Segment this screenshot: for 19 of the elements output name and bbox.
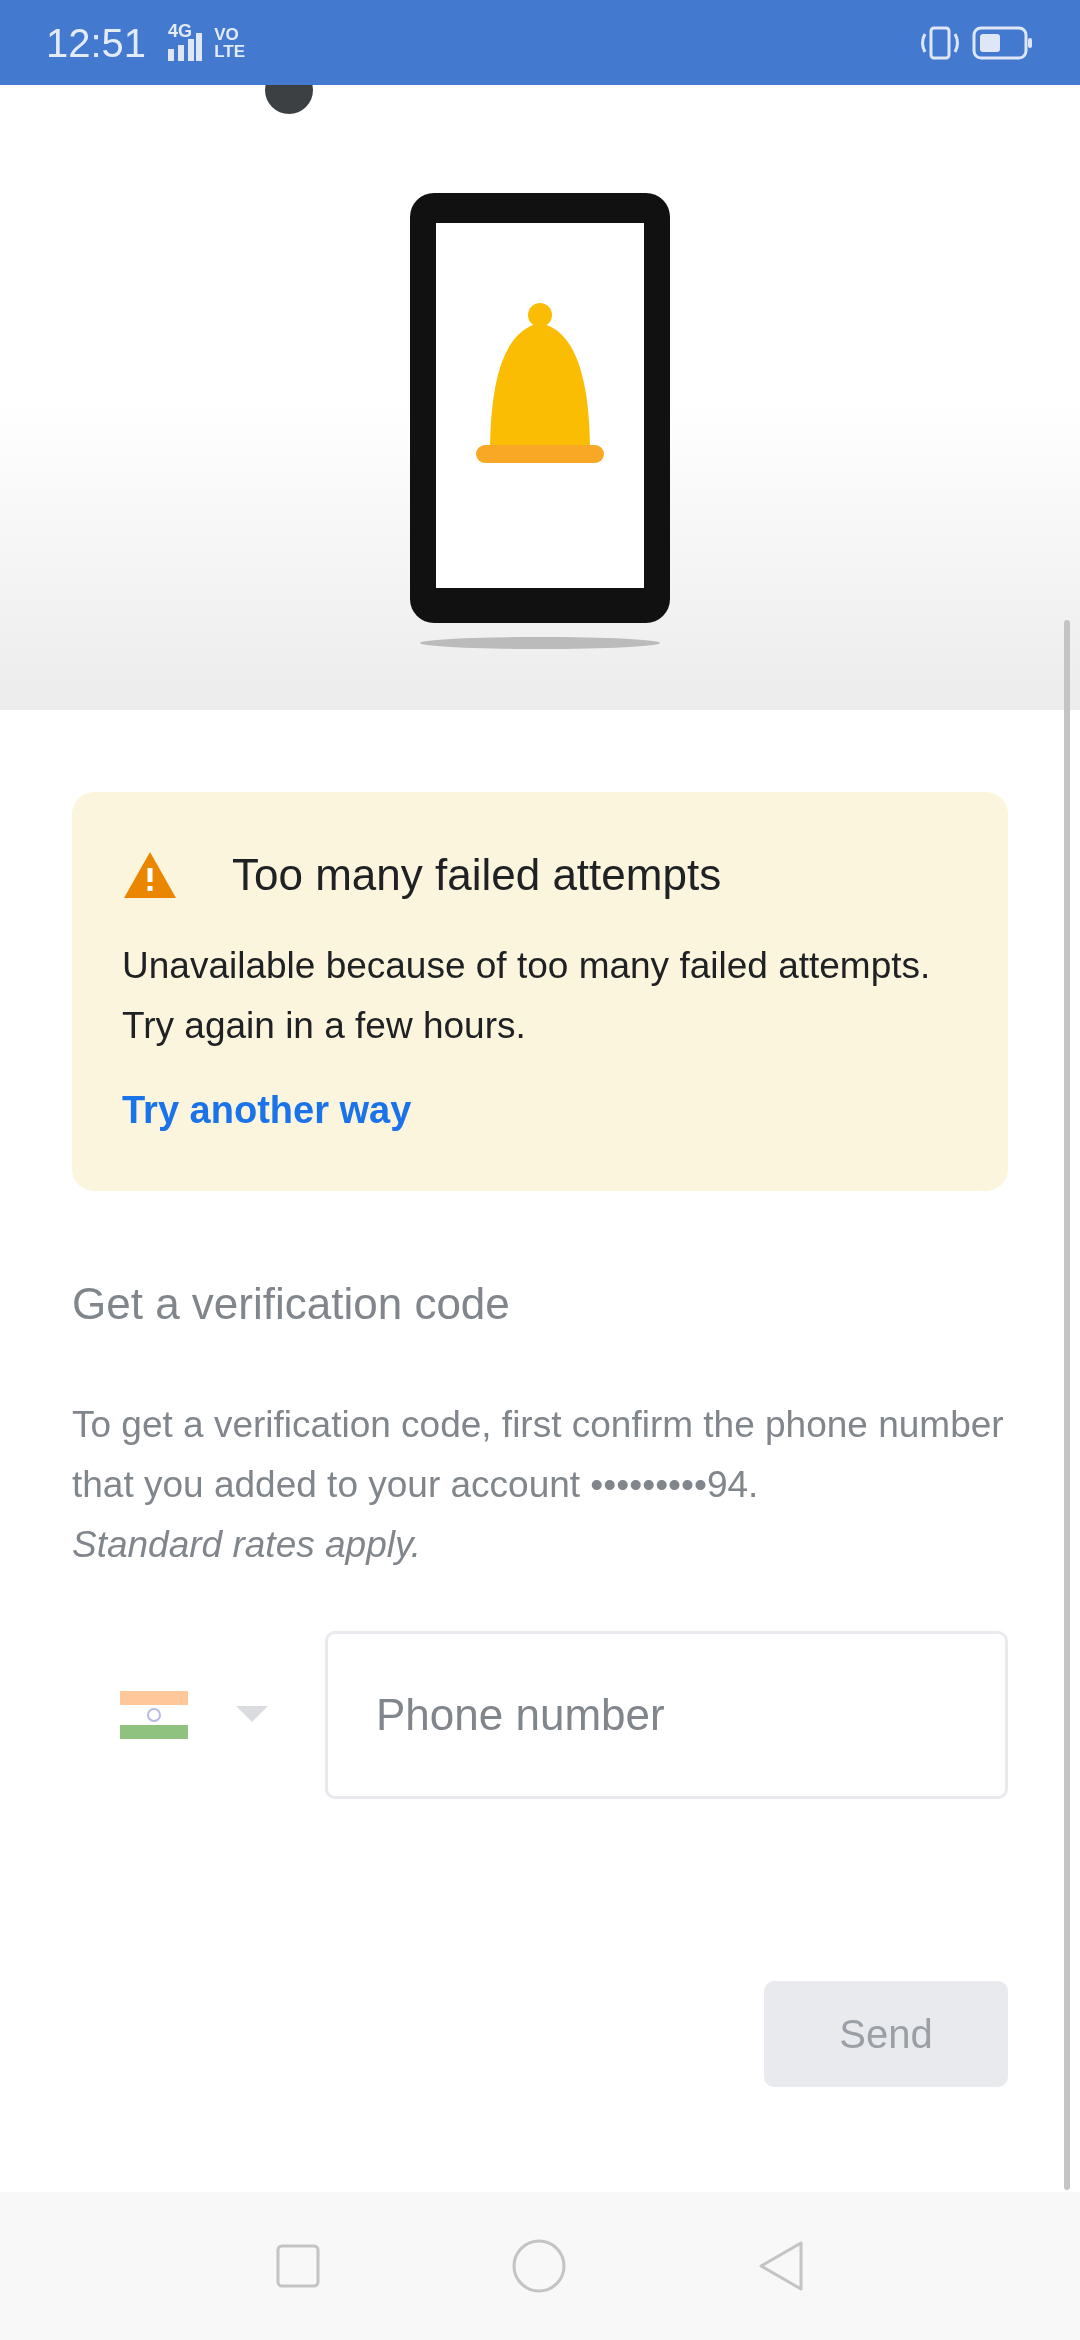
recents-icon[interactable] bbox=[276, 2244, 320, 2288]
alert-title: Too many failed attempts bbox=[232, 849, 722, 901]
network-label: 4G bbox=[168, 20, 193, 43]
caret-icon bbox=[236, 1706, 268, 1724]
vibrate-icon bbox=[918, 25, 962, 60]
back-icon[interactable] bbox=[758, 2241, 804, 2291]
flag-icon bbox=[120, 1691, 188, 1739]
section-title: Get a verification code bbox=[72, 1278, 511, 1330]
volte-label: VO bbox=[214, 25, 240, 43]
section-description: To get a verification code, first confirm the phone number that you added to your account •••••••••94. bbox=[72, 1403, 1005, 1507]
rates-note: Standard rates apply. bbox=[72, 1523, 422, 1567]
battery-icon bbox=[972, 25, 1034, 60]
phone-number-field[interactable]: Phone number bbox=[325, 1631, 1008, 1799]
volte-label: LTE bbox=[214, 42, 245, 60]
alert-message: Unavailable because of too many failed attempts. Try again in a few hours. bbox=[122, 944, 932, 1048]
warning-icon bbox=[122, 850, 178, 900]
try-another-way-link[interactable]: Try another way bbox=[122, 1082, 412, 1139]
clock-time: 12:51 bbox=[46, 19, 147, 67]
home-icon[interactable] bbox=[512, 2239, 566, 2293]
